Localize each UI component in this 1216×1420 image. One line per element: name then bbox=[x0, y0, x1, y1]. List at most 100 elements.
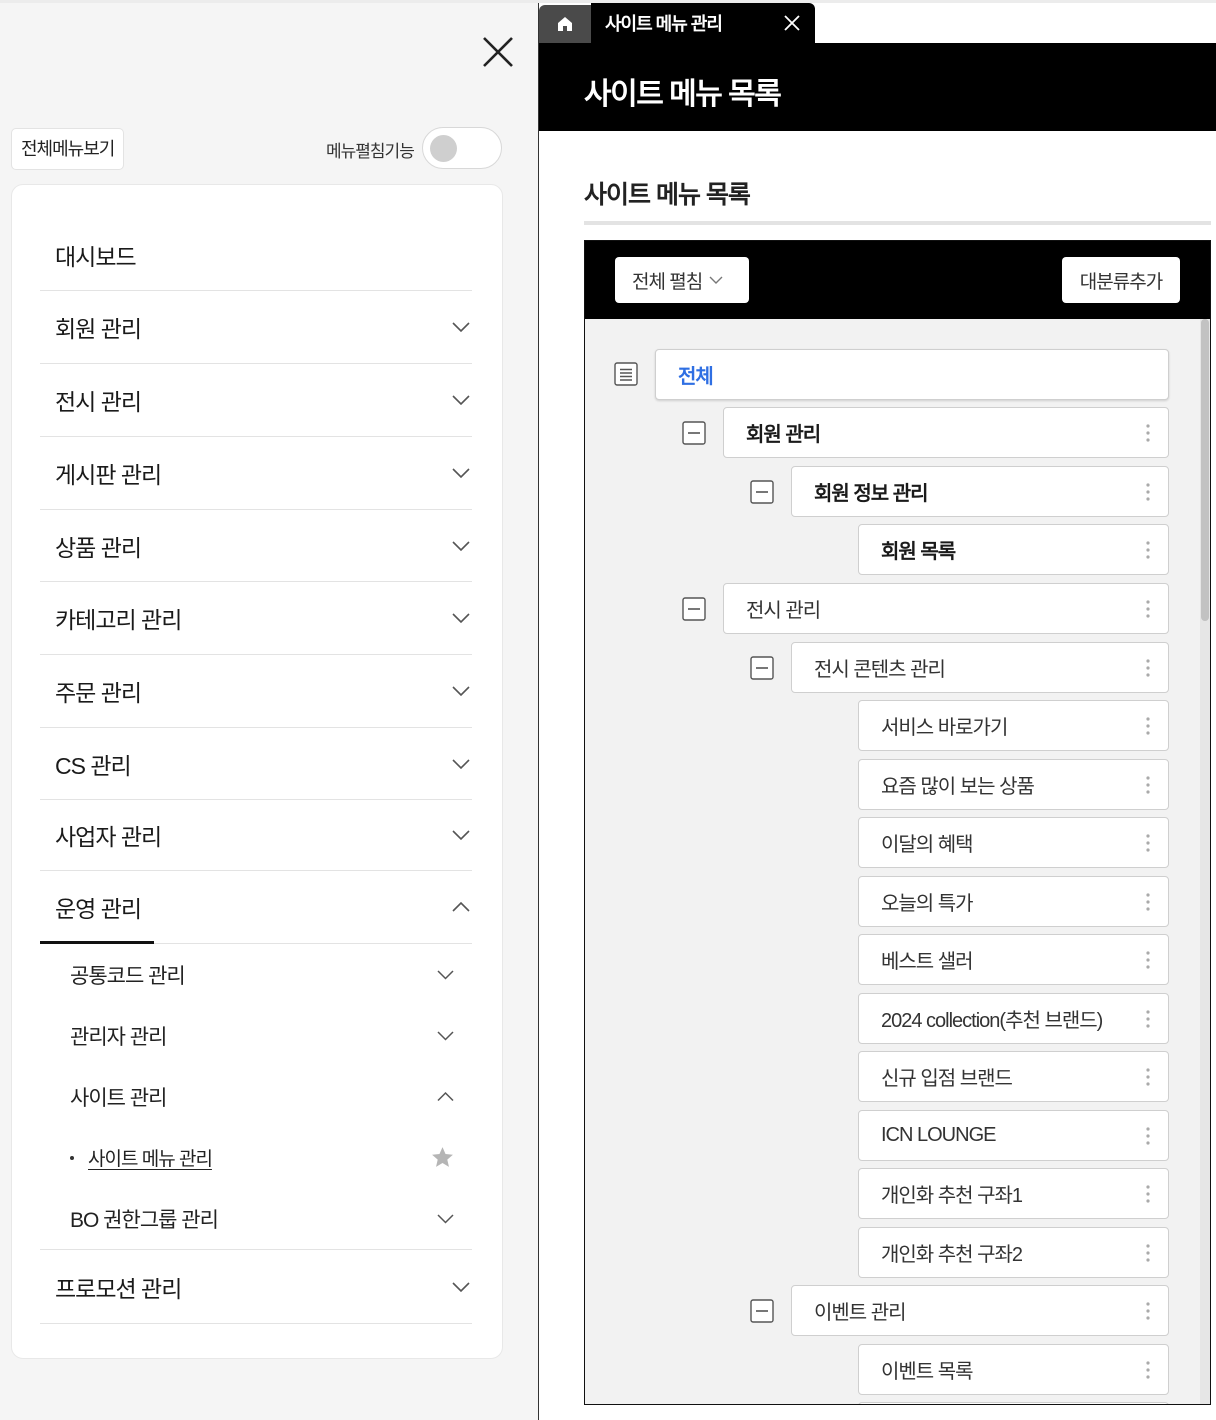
collapse-icon[interactable] bbox=[750, 480, 774, 504]
chevron-down-icon bbox=[709, 276, 723, 284]
chevron-down-icon bbox=[452, 395, 470, 406]
sidebar-subitem-admin[interactable]: 관리자 관리 bbox=[40, 1005, 472, 1066]
sidebar-item-label: 대시보드 bbox=[55, 243, 137, 270]
scrollbar-thumb[interactable] bbox=[1201, 319, 1209, 621]
more-vertical-icon[interactable] bbox=[1146, 1010, 1150, 1028]
more-vertical-icon[interactable] bbox=[1146, 424, 1150, 442]
tree-node-label: 이벤트 관리 bbox=[814, 1302, 907, 1324]
sidebar-item-label: 운영 관리 bbox=[55, 896, 142, 922]
chevron-down-icon bbox=[452, 540, 470, 551]
collapse-icon[interactable] bbox=[750, 656, 774, 680]
menu-list: 대시보드 회원 관리 전시 관리 게시판 관리 상품 관리 카테고리 관리 주문… bbox=[40, 219, 472, 1324]
tree-node[interactable]: 전시 관리 bbox=[723, 583, 1169, 634]
sidebar-item-cs[interactable]: CS 관리 bbox=[40, 728, 472, 800]
list-icon[interactable] bbox=[614, 362, 638, 386]
more-vertical-icon[interactable] bbox=[1146, 1068, 1150, 1086]
sidebar-item-operation[interactable]: 운영 관리 bbox=[40, 871, 472, 944]
bullet bbox=[70, 1155, 74, 1160]
sidebar-item-product[interactable]: 상품 관리 bbox=[40, 510, 472, 582]
page-title: 사이트 메뉴 목록 bbox=[584, 78, 782, 111]
expand-all-dropdown[interactable]: 전체 펼침 bbox=[615, 257, 749, 303]
more-vertical-icon[interactable] bbox=[1146, 951, 1150, 969]
tree-node[interactable]: 서비스 바로가기 bbox=[858, 700, 1169, 751]
sidebar-item-display[interactable]: 전시 관리 bbox=[40, 364, 472, 437]
tree-node-label: 2024 collection(추천 브랜드) bbox=[881, 1010, 1103, 1032]
chevron-down-icon bbox=[452, 686, 470, 697]
more-vertical-icon[interactable] bbox=[1146, 659, 1150, 677]
more-vertical-icon[interactable] bbox=[1146, 1361, 1150, 1379]
tab-site-menu[interactable]: 사이트 메뉴 관리 bbox=[591, 3, 815, 43]
tree-node[interactable]: 개인화 추천 구좌1 bbox=[858, 1168, 1169, 1219]
close-icon[interactable] bbox=[783, 14, 801, 32]
sidebar-item-label: 회원 관리 bbox=[55, 316, 142, 342]
tree-node-label: 이벤트 목록 bbox=[881, 1361, 974, 1383]
sidebar-item-category[interactable]: 카테고리 관리 bbox=[40, 582, 472, 655]
tree-node[interactable]: 이벤트 관리 bbox=[791, 1285, 1169, 1336]
more-vertical-icon[interactable] bbox=[1146, 483, 1150, 501]
tree-node-label: 전시 관리 bbox=[746, 600, 821, 622]
expand-all-label: 전체 펼침 bbox=[632, 271, 703, 293]
more-vertical-icon[interactable] bbox=[1146, 1302, 1150, 1320]
tree-node[interactable]: 회원 정보 관리 bbox=[791, 466, 1169, 517]
all-menu-button[interactable]: 전체메뉴보기 bbox=[11, 128, 125, 170]
tree-node[interactable]: 회원 관리 bbox=[723, 407, 1169, 458]
sidebar-leaf-site-menu[interactable]: 사이트 메뉴 관리 bbox=[40, 1127, 472, 1188]
sidebar-item-board[interactable]: 게시판 관리 bbox=[40, 437, 472, 510]
more-vertical-icon[interactable] bbox=[1146, 541, 1150, 559]
sidebar-subitem-site[interactable]: 사이트 관리 bbox=[40, 1066, 472, 1127]
sidebar-subitem-label: BO 권한그룹 관리 bbox=[70, 1208, 219, 1232]
chevron-down-icon bbox=[437, 1213, 454, 1224]
sidebar-item-dashboard[interactable]: 대시보드 bbox=[40, 219, 472, 291]
tree-node[interactable]: 개인화 추천 구좌2 bbox=[858, 1227, 1169, 1278]
tree-node[interactable]: 전시 콘텐츠 관리 bbox=[791, 642, 1169, 693]
more-vertical-icon[interactable] bbox=[1146, 717, 1150, 735]
tree-node[interactable]: 2024 collection(추천 브랜드) bbox=[858, 993, 1169, 1044]
sidebar-subitem-label: 사이트 관리 bbox=[70, 1086, 167, 1110]
tree-node[interactable]: 요즘 많이 보는 상품 bbox=[858, 759, 1169, 810]
tree-node-partial[interactable] bbox=[858, 1402, 1169, 1404]
tree-node-root[interactable]: 전체 bbox=[655, 349, 1169, 400]
sidebar-item-label: 사업자 관리 bbox=[55, 824, 162, 850]
more-vertical-icon[interactable] bbox=[1146, 834, 1150, 852]
sidebar-subitem-common-code[interactable]: 공통코드 관리 bbox=[40, 944, 472, 1005]
tree-node[interactable]: 이달의 혜택 bbox=[858, 817, 1169, 868]
sidebar-item-label: 게시판 관리 bbox=[55, 462, 162, 488]
sidebar-leaf-label: 사이트 메뉴 관리 bbox=[88, 1149, 213, 1170]
more-vertical-icon[interactable] bbox=[1146, 1127, 1150, 1145]
sidebar-item-member[interactable]: 회원 관리 bbox=[40, 291, 472, 364]
tree-node-label: 신규 입점 브랜드 bbox=[881, 1068, 1013, 1090]
content-area: 사이트 메뉴 목록 전체 펼침 대분류추가 전체 회원 관리 회원 정보 관리 bbox=[539, 131, 1216, 1420]
more-vertical-icon[interactable] bbox=[1146, 1185, 1150, 1203]
tree-node-label: 서비스 바로가기 bbox=[881, 717, 1008, 739]
more-vertical-icon[interactable] bbox=[1146, 776, 1150, 794]
sidebar-item-promotion[interactable]: 프로모션 관리 bbox=[40, 1250, 472, 1324]
tree-node[interactable]: ICN LOUNGE bbox=[858, 1110, 1169, 1161]
sidebar-item-label: 카테고리 관리 bbox=[55, 607, 182, 633]
home-icon bbox=[558, 17, 572, 31]
star-icon[interactable] bbox=[430, 1145, 455, 1170]
more-vertical-icon[interactable] bbox=[1146, 600, 1150, 618]
collapse-icon[interactable] bbox=[682, 597, 706, 621]
tree-node[interactable]: 오늘의 특가 bbox=[858, 876, 1169, 927]
sidebar-subitem-label: 관리자 관리 bbox=[70, 1025, 167, 1049]
sidebar-item-label: 주문 관리 bbox=[55, 680, 142, 706]
sidebar-subitem-bo-auth[interactable]: BO 권한그룹 관리 bbox=[40, 1188, 472, 1250]
tree-node[interactable]: 베스트 샐러 bbox=[858, 934, 1169, 985]
tree-node[interactable]: 회원 목록 bbox=[858, 524, 1169, 575]
chevron-down-icon bbox=[452, 758, 470, 769]
tree-node-label: 요즘 많이 보는 상품 bbox=[881, 776, 1035, 798]
tab-bar: 사이트 메뉴 관리 bbox=[539, 3, 1216, 43]
sidebar-item-business[interactable]: 사업자 관리 bbox=[40, 800, 472, 871]
add-category-button[interactable]: 대분류추가 bbox=[1062, 257, 1180, 303]
more-vertical-icon[interactable] bbox=[1146, 1244, 1150, 1262]
collapse-icon[interactable] bbox=[750, 1299, 774, 1323]
sidebar-item-order[interactable]: 주문 관리 bbox=[40, 655, 472, 728]
tree-node[interactable]: 신규 입점 브랜드 bbox=[858, 1051, 1169, 1102]
close-icon[interactable] bbox=[478, 32, 518, 72]
collapse-icon[interactable] bbox=[682, 421, 706, 445]
tree-node[interactable]: 이벤트 목록 bbox=[858, 1344, 1169, 1395]
more-vertical-icon[interactable] bbox=[1146, 893, 1150, 911]
chevron-up-icon bbox=[452, 901, 470, 912]
menu-fold-toggle[interactable] bbox=[422, 127, 502, 169]
tab-home[interactable] bbox=[539, 5, 591, 43]
